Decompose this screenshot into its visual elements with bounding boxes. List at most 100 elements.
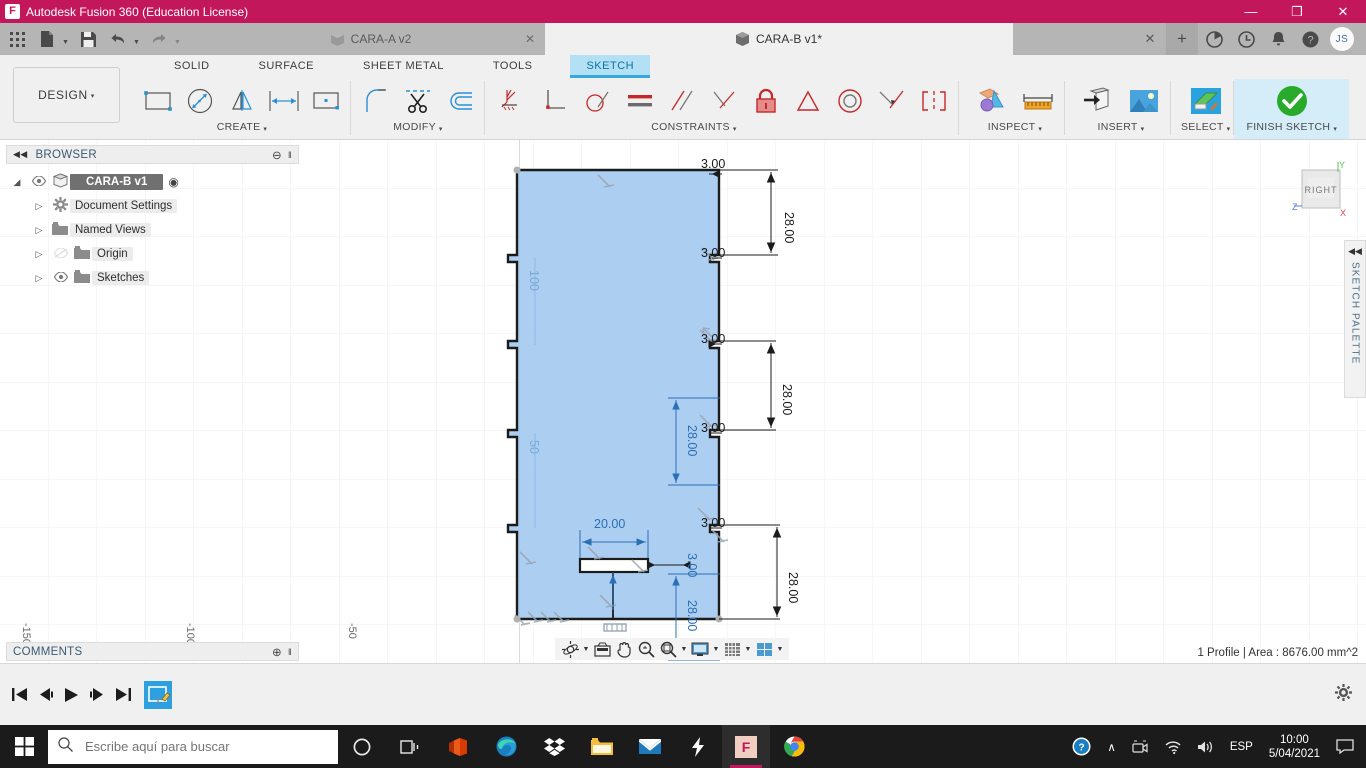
chevron-down-icon[interactable]: ▾: [439, 126, 443, 133]
app-grid-icon[interactable]: [4, 26, 30, 52]
eye-hidden-icon[interactable]: [50, 246, 72, 261]
grid-caret-icon[interactable]: ▼: [743, 646, 753, 653]
expand-triangle-icon[interactable]: ▷: [28, 201, 50, 212]
ribbon-tab-sketch[interactable]: SKETCH: [570, 55, 651, 78]
chevron-down-icon[interactable]: ▾: [1038, 126, 1042, 133]
edge-icon[interactable]: [482, 725, 530, 768]
expand-triangle-icon[interactable]: ▷: [28, 225, 50, 236]
zoom-icon[interactable]: [635, 639, 657, 659]
dropbox-icon[interactable]: [530, 725, 578, 768]
extensions-icon[interactable]: [1198, 23, 1230, 55]
eye-icon[interactable]: [28, 174, 50, 189]
avatar[interactable]: JS: [1326, 23, 1358, 55]
go-to-beginning-icon[interactable]: [6, 680, 32, 710]
sketch-palette-tab[interactable]: ◀◀ SKETCH PALETTE: [1344, 240, 1366, 398]
close-tab-icon[interactable]: ✕: [509, 32, 535, 46]
resize-handle[interactable]: ‖: [288, 150, 292, 160]
gear-icon[interactable]: [1335, 683, 1352, 706]
symmetry-icon[interactable]: [913, 80, 955, 122]
point-rectangle-icon[interactable]: [305, 80, 347, 122]
origin-point[interactable]: [513, 615, 521, 623]
windows-taskbar[interactable]: F ? ∧ ESP 10:00 5/04/2021: [0, 725, 1366, 768]
grid-snap-icon[interactable]: [721, 639, 743, 659]
expand-triangle-icon[interactable]: ▷: [28, 273, 50, 284]
close-button[interactable]: ✕: [1320, 0, 1366, 23]
new-file-icon[interactable]: [34, 26, 60, 52]
dimension-icon[interactable]: [263, 80, 305, 122]
navigation-bar[interactable]: ▼ ▼ ▼ ▼ ▼: [555, 638, 789, 660]
undo-caret-icon[interactable]: ▼: [131, 26, 142, 52]
midpoint-icon[interactable]: [787, 80, 829, 122]
step-forward-icon[interactable]: [84, 680, 110, 710]
timeline-bar[interactable]: [0, 663, 1366, 725]
file-explorer-icon[interactable]: [578, 725, 626, 768]
taskbar-search-box[interactable]: [48, 729, 338, 764]
equal-icon[interactable]: [619, 80, 661, 122]
taskbar-clock[interactable]: 10:00 5/04/2021: [1261, 725, 1328, 768]
comments-panel[interactable]: COMMENTS ⊕ ‖: [6, 642, 299, 661]
chevron-down-icon[interactable]: ▾: [733, 126, 737, 133]
display-caret-icon[interactable]: ▼: [711, 646, 721, 653]
fusion360-icon[interactable]: F: [722, 725, 770, 768]
document-tab-cara-b[interactable]: CARA-B v1*: [545, 23, 1013, 55]
panel-finish-sketch[interactable]: FINISH SKETCH ▾: [1234, 79, 1350, 139]
orbit-caret-icon[interactable]: ▼: [581, 646, 591, 653]
orbit-icon[interactable]: [559, 639, 581, 659]
windows-start-icon[interactable]: [0, 725, 48, 768]
expand-triangle-icon[interactable]: ▷: [28, 249, 50, 260]
viewports-icon[interactable]: [753, 639, 775, 659]
pan-hand-icon[interactable]: [613, 639, 635, 659]
go-to-end-icon[interactable]: [110, 680, 136, 710]
chrome-icon[interactable]: [770, 725, 818, 768]
select-paint-icon[interactable]: [1183, 80, 1229, 122]
resize-handle[interactable]: ‖: [288, 647, 292, 657]
plus-circle-icon[interactable]: ⊕: [272, 645, 282, 659]
chevron-down-icon[interactable]: ▾: [1333, 126, 1337, 133]
search-input[interactable]: [85, 739, 328, 754]
fix-lock-icon[interactable]: [745, 80, 787, 122]
insert-derive-icon[interactable]: [1075, 80, 1121, 122]
sketch-point[interactable]: [513, 166, 521, 174]
expand-triangle-icon[interactable]: ◢: [6, 177, 28, 188]
browser-node-sketches[interactable]: ▷ Sketches: [6, 266, 299, 290]
circle-icon[interactable]: [179, 80, 221, 122]
language-indicator[interactable]: ESP: [1222, 725, 1261, 768]
add-tab-icon[interactable]: +: [1166, 23, 1198, 55]
ribbon-tab-surface[interactable]: SURFACE: [243, 55, 330, 78]
minus-circle-icon[interactable]: ⊖: [272, 148, 282, 162]
redo-caret-icon[interactable]: ▼: [172, 26, 183, 52]
help-circle-icon[interactable]: ?: [1064, 725, 1099, 768]
zoom-caret-icon[interactable]: ▼: [679, 646, 689, 653]
tangent-icon[interactable]: [577, 80, 619, 122]
notification-icon[interactable]: [1328, 725, 1362, 768]
task-view-icon[interactable]: [386, 725, 434, 768]
step-back-icon[interactable]: [32, 680, 58, 710]
insert-canvas-image-icon[interactable]: [1121, 80, 1167, 122]
fillet-icon[interactable]: [355, 80, 397, 122]
finish-sketch-check-icon[interactable]: [1269, 80, 1315, 122]
undo-icon[interactable]: [105, 26, 131, 52]
look-at-icon[interactable]: [591, 639, 613, 659]
notifications-icon[interactable]: [1262, 23, 1294, 55]
chevron-down-icon[interactable]: ▾: [1141, 126, 1145, 133]
display-settings-icon[interactable]: [689, 639, 711, 659]
close-tab-icon[interactable]: ✕: [1134, 23, 1166, 55]
office-icon[interactable]: [434, 725, 482, 768]
collinear-icon[interactable]: [871, 80, 913, 122]
section-analysis-icon[interactable]: [969, 80, 1015, 122]
maximize-button[interactable]: ❐: [1274, 0, 1320, 23]
sketch-profile[interactable]: [506, 168, 721, 621]
play-icon[interactable]: [58, 680, 84, 710]
viewports-caret-icon[interactable]: ▼: [775, 646, 785, 653]
perpendicular-icon[interactable]: [703, 80, 745, 122]
view-cube[interactable]: RIGHT Y Z X: [1290, 158, 1352, 220]
browser-panel[interactable]: ◀◀ BROWSER ⊖ ‖ ◢ CARA-B v1 ◉ ▷ Document …: [6, 145, 299, 290]
sketch-canvas[interactable]: -150 -100 -50 3.00 3.00 3.00 3.00 3.00 2…: [0, 140, 1366, 663]
collapse-left-icon[interactable]: ◀◀: [13, 149, 27, 160]
show-hidden-icons-chevron[interactable]: ∧: [1099, 725, 1123, 768]
mail-icon[interactable]: [626, 725, 674, 768]
browser-node-cara-b[interactable]: ◢ CARA-B v1 ◉: [6, 170, 299, 194]
browser-node-document-settings[interactable]: ▷ Document Settings: [6, 194, 299, 218]
trim-scissors-icon[interactable]: [397, 80, 439, 122]
rectangle-icon[interactable]: [137, 80, 179, 122]
